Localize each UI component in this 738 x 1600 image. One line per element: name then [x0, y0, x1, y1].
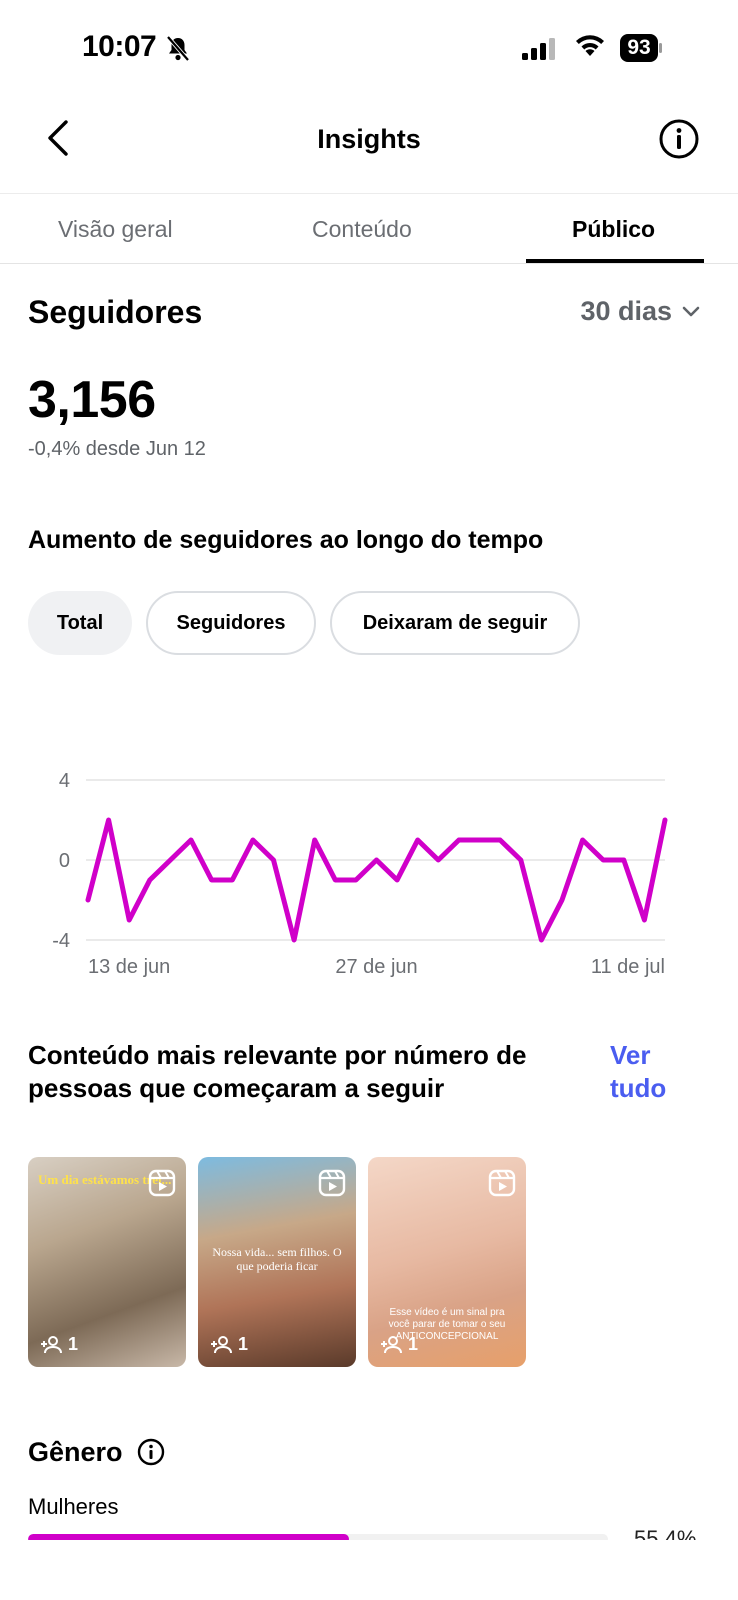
- info-icon[interactable]: [137, 1438, 165, 1466]
- followers-title: Seguidores: [28, 294, 203, 330]
- reel-thumbnail[interactable]: Um dia estávamos trei... 1: [28, 1157, 186, 1367]
- scroll-cutoff: [0, 1540, 738, 1600]
- followers-count: 3,156: [28, 371, 156, 429]
- follows-count-value: 1: [238, 1334, 249, 1354]
- follows-count-value: 1: [68, 1334, 79, 1354]
- series-line: [85, 817, 668, 943]
- tab-content[interactable]: Conteúdo: [312, 216, 412, 243]
- filter-unfollowed[interactable]: Deixaram de seguir: [330, 591, 580, 655]
- status-bar: 10:07 93: [0, 0, 738, 100]
- gender-title: Gênero: [28, 1437, 123, 1467]
- filter-followers[interactable]: Seguidores: [146, 591, 316, 655]
- followers-delta: -0,4% desde Jun 12: [28, 438, 206, 460]
- women-label: Mulheres: [28, 1494, 119, 1519]
- x-tick-label: 11 de jul: [591, 956, 665, 978]
- y-tick-label: -4: [52, 930, 70, 952]
- reels-icon: [148, 1169, 176, 1197]
- wifi-icon: [576, 35, 604, 56]
- reel-thumbnail[interactable]: Esse vídeo é um sinal pra você parar de …: [368, 1157, 526, 1367]
- growth-chart: 4 0 -4 13 de jun 27 de jun 11 de jul: [52, 770, 668, 978]
- growth-title: Aumento de seguidores ao longo do tempo: [28, 526, 544, 554]
- person-add-icon: [41, 1335, 62, 1353]
- battery-level: 93: [627, 36, 651, 59]
- info-icon[interactable]: [658, 118, 700, 160]
- status-time: 10:07: [82, 30, 157, 63]
- follows-count: 1: [40, 1334, 78, 1355]
- reels-icon: [318, 1169, 346, 1197]
- tab-audience[interactable]: Público: [572, 216, 655, 243]
- person-add-icon: [211, 1335, 232, 1353]
- follows-count-value: 1: [408, 1334, 419, 1354]
- active-tab-indicator: [526, 259, 704, 263]
- x-tick-label: 27 de jun: [335, 956, 417, 978]
- page-title: Insights: [317, 124, 421, 154]
- y-tick-label: 0: [59, 850, 70, 872]
- follows-count: 1: [380, 1334, 418, 1355]
- reel-caption: Nossa vida... sem filhos. O que poderia …: [212, 1245, 342, 1273]
- x-tick-label: 13 de jun: [88, 956, 170, 978]
- reels-icon: [488, 1169, 516, 1197]
- signal-icon: [522, 38, 555, 60]
- tab-overview[interactable]: Visão geral: [58, 216, 173, 243]
- header: Insights: [0, 100, 738, 194]
- period-selector[interactable]: 30 dias: [580, 296, 700, 327]
- person-add-icon: [381, 1335, 402, 1353]
- see-all-link[interactable]: Ver tudo: [610, 1039, 690, 1105]
- bell-muted-icon: [166, 36, 190, 62]
- period-label: 30 dias: [580, 296, 672, 326]
- reel-thumbnail[interactable]: Nossa vida... sem filhos. O que poderia …: [198, 1157, 356, 1367]
- chevron-down-icon: [682, 306, 700, 316]
- tab-bar: Visão geral Conteúdo Público: [0, 194, 738, 264]
- follows-count: 1: [210, 1334, 248, 1355]
- filter-total[interactable]: Total: [28, 591, 132, 655]
- relevant-content-title: Conteúdo mais relevante por número de pe…: [28, 1040, 527, 1103]
- y-tick-label: 4: [59, 770, 70, 792]
